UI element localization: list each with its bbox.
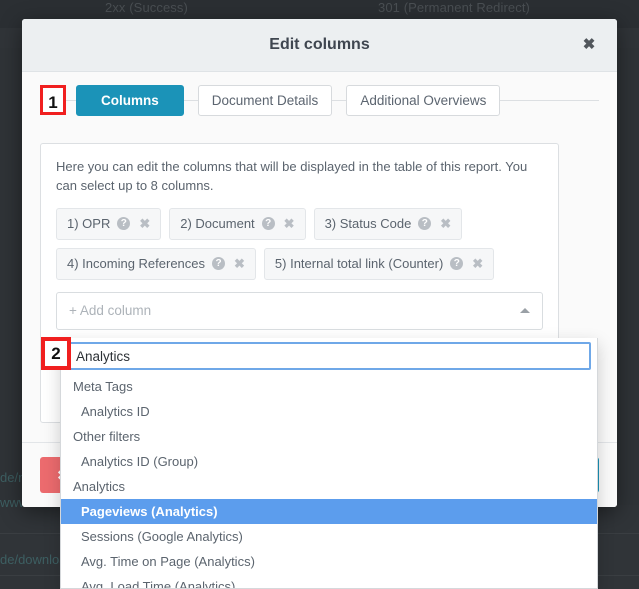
column-tag-label: 4) Incoming References	[67, 256, 206, 272]
column-tag-label: 3) Status Code	[324, 216, 412, 232]
option-group-header: Other filters	[73, 429, 141, 444]
column-tag-label: 5) Internal total link (Counter)	[274, 256, 444, 272]
backdrop-label: 301 (Permanent Redirect)	[378, 0, 530, 15]
page-title: Edit columns	[269, 36, 370, 53]
option-pageviews-analytics[interactable]: Pageviews (Analytics)	[61, 499, 597, 524]
column-tag-label: 1) OPR	[67, 216, 111, 232]
tab-columns[interactable]: Columns	[76, 84, 184, 116]
option-avg-load-time-analytics[interactable]: Avg. Load Time (Analytics)	[61, 574, 597, 588]
column-dropdown: Meta Tags Analytics ID Other filters Ana…	[60, 338, 598, 589]
annotation-marker-1: 1	[40, 85, 66, 115]
panel-description: Here you can edit the columns that will …	[56, 159, 528, 193]
backdrop-label: 2xx (Success)	[105, 0, 188, 15]
remove-icon[interactable]: ✖	[282, 216, 295, 232]
modal-header: Edit columns ✖	[22, 19, 617, 72]
dropdown-options-list: Meta Tags Analytics ID Other filters Ana…	[61, 374, 597, 588]
option-group-header: Analytics	[73, 479, 126, 494]
column-tag[interactable]: 2) Document ? ✖	[169, 207, 306, 240]
remove-icon[interactable]: ✖	[137, 216, 150, 232]
remove-icon[interactable]: ✖	[470, 256, 483, 272]
backdrop-link: de/downloa	[0, 552, 67, 567]
help-icon[interactable]: ?	[261, 217, 275, 231]
annotation-marker-2: 2	[41, 337, 71, 370]
tab-bar: 1 Columns Document Details Additional Ov…	[40, 72, 599, 128]
remove-icon[interactable]: ✖	[438, 216, 451, 232]
tab-document-details[interactable]: Document Details	[197, 84, 333, 116]
option-analytics-id-group[interactable]: Analytics ID (Group)	[61, 449, 597, 474]
tab-additional-overviews[interactable]: Additional Overviews	[346, 84, 501, 116]
option-analytics-id[interactable]: Analytics ID	[61, 399, 597, 424]
column-tag[interactable]: 3) Status Code ? ✖	[313, 207, 463, 240]
help-icon[interactable]: ?	[212, 257, 226, 271]
search-input[interactable]	[67, 342, 591, 370]
option-sessions-google-analytics[interactable]: Sessions (Google Analytics)	[61, 524, 597, 549]
help-icon[interactable]: ?	[450, 257, 464, 271]
dropdown-search-row	[61, 338, 597, 374]
selected-columns-list: 1) OPR ? ✖ 2) Document ? ✖ 3) Status Cod…	[56, 207, 543, 280]
help-icon[interactable]: ?	[117, 217, 131, 231]
column-tag[interactable]: 5) Internal total link (Counter) ? ✖	[263, 247, 495, 280]
remove-icon[interactable]: ✖	[232, 256, 245, 272]
column-tag[interactable]: 1) OPR ? ✖	[56, 207, 162, 240]
add-column-label: + Add column	[69, 303, 152, 319]
help-icon[interactable]: ?	[418, 217, 432, 231]
column-tag-label: 2) Document	[180, 216, 255, 232]
chevron-up-icon[interactable]	[520, 308, 530, 314]
add-column-select[interactable]: + Add column	[56, 291, 543, 330]
close-icon[interactable]: ✖	[577, 19, 601, 71]
option-group-header: Meta Tags	[73, 379, 133, 394]
column-tag[interactable]: 4) Incoming References ? ✖	[56, 247, 256, 280]
option-avg-time-on-page-analytics[interactable]: Avg. Time on Page (Analytics)	[61, 549, 597, 574]
